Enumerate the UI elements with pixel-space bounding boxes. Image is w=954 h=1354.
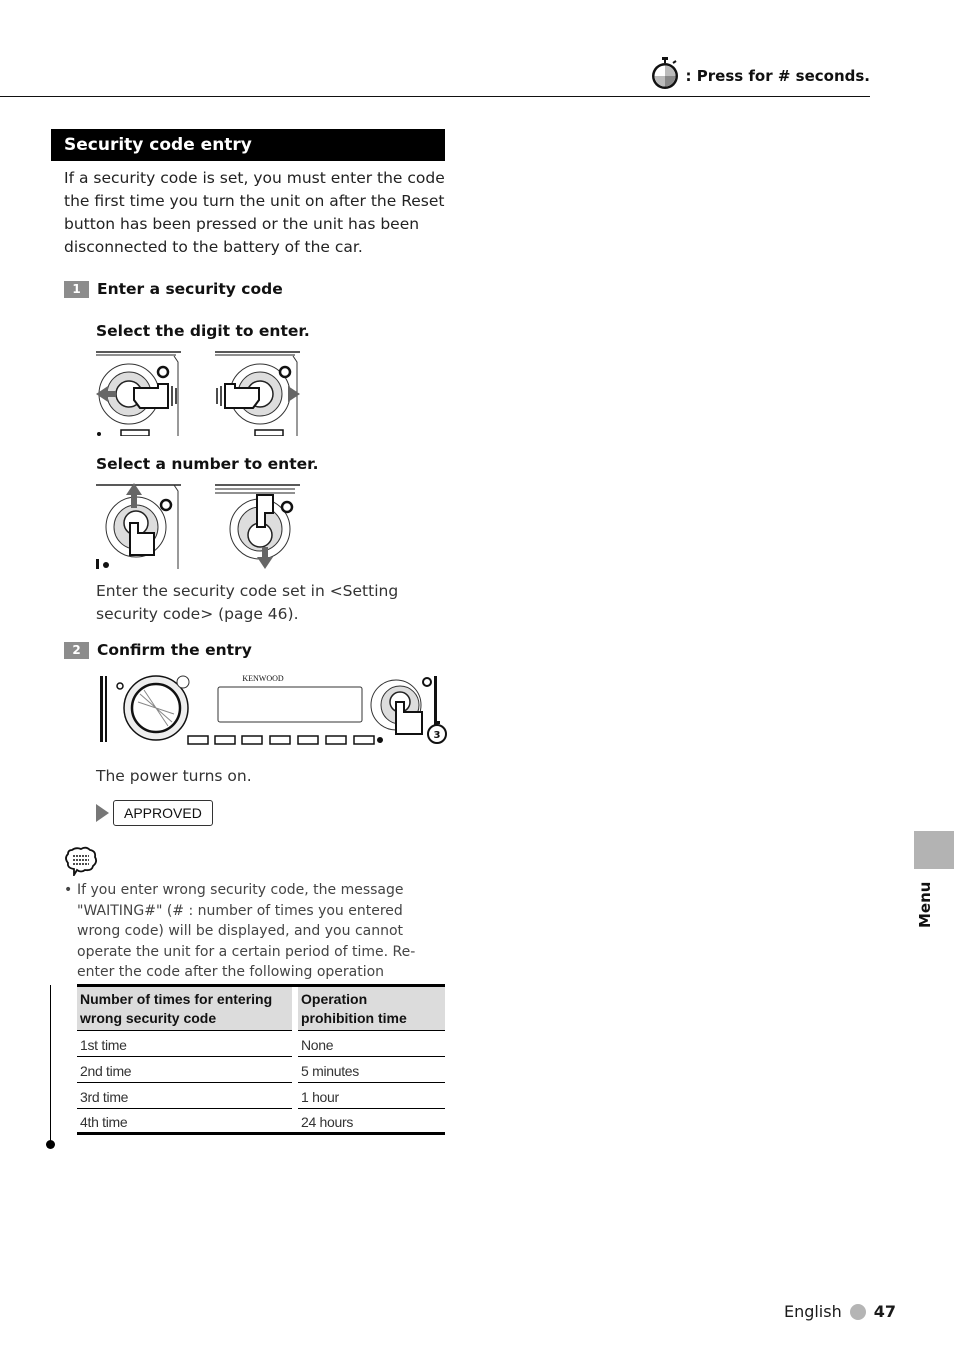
header-attempts: Number of times for entering wrong secur…: [77, 984, 292, 1031]
step-2-result: The power turns on.: [96, 767, 252, 785]
table-row: 1st time None: [77, 1031, 445, 1057]
bullet: •: [64, 882, 73, 898]
legend-text: : Press for # seconds.: [685, 67, 870, 85]
brand-logo: KENWOOD: [242, 674, 284, 683]
step-1-heading: 1 Enter a security code: [64, 280, 283, 298]
margin-marker-line: [50, 985, 51, 1143]
note-speech-bubble-icon: [65, 846, 98, 876]
cell-time: 24 hours: [298, 1109, 445, 1135]
cell-time: 5 minutes: [298, 1057, 445, 1083]
cell-attempt: 3rd time: [77, 1083, 292, 1109]
stopwatch-icon: [651, 57, 678, 89]
cell-time: 1 hour: [298, 1083, 445, 1109]
table-row: 2nd time 5 minutes: [77, 1057, 445, 1083]
chapter-tab: [914, 831, 954, 869]
main-column: Security code entry If a security code i…: [51, 129, 447, 1135]
step-number: 2: [64, 641, 89, 659]
page-number: 47: [873, 1302, 896, 1321]
knob-push-right-illustration: [215, 351, 300, 436]
step-2-heading: 2 Confirm the entry: [64, 641, 252, 659]
step-title: Enter a security code: [97, 280, 283, 298]
display-message-row: APPROVED: [96, 800, 213, 826]
hold-seconds: 3: [434, 730, 441, 741]
footer-language: English: [783, 1302, 842, 1321]
cell-attempt: 1st time: [77, 1031, 292, 1057]
page-footer: English 47: [784, 1302, 896, 1321]
table-row: 3rd time 1 hour: [77, 1083, 445, 1109]
press-seconds-legend: : Press for # seconds.: [650, 56, 870, 90]
prohibition-time-table: Number of times for entering wrong secur…: [77, 984, 445, 1135]
chapter-label-text: Menu: [916, 881, 934, 928]
table-header-row: Number of times for entering wrong secur…: [77, 984, 445, 1031]
cell-attempt: 4th time: [77, 1109, 292, 1135]
cell-time: None: [298, 1031, 445, 1057]
result-arrow-icon: [96, 804, 109, 822]
chapter-label: Menu: [912, 882, 938, 930]
display-message: APPROVED: [113, 800, 213, 826]
step-1-note: Enter the security code set in <Setting …: [96, 582, 399, 623]
intro-paragraph: If a security code is set, you must ente…: [64, 169, 445, 256]
knob-push-up-illustration: [96, 483, 181, 569]
step-title: Confirm the entry: [97, 641, 252, 659]
knob-push-left-illustration: [96, 351, 181, 436]
table-row: 4th time 24 hours: [77, 1109, 445, 1135]
knob-push-down-illustration: [215, 484, 300, 569]
cell-attempt: 2nd time: [77, 1057, 292, 1083]
section-title: Security code entry: [51, 129, 445, 161]
margin-marker-dot: [46, 1140, 55, 1149]
front-panel-illustration: KENWOOD 3: [100, 674, 447, 745]
footer-dot-icon: [849, 1303, 866, 1320]
step-number: 1: [64, 280, 89, 298]
substep-select-number: Select a number to enter.: [96, 455, 319, 473]
header-prohibition-time: Operation prohibition time: [298, 984, 445, 1031]
header-rule: [0, 96, 870, 97]
substep-select-digit: Select the digit to enter.: [96, 322, 310, 340]
